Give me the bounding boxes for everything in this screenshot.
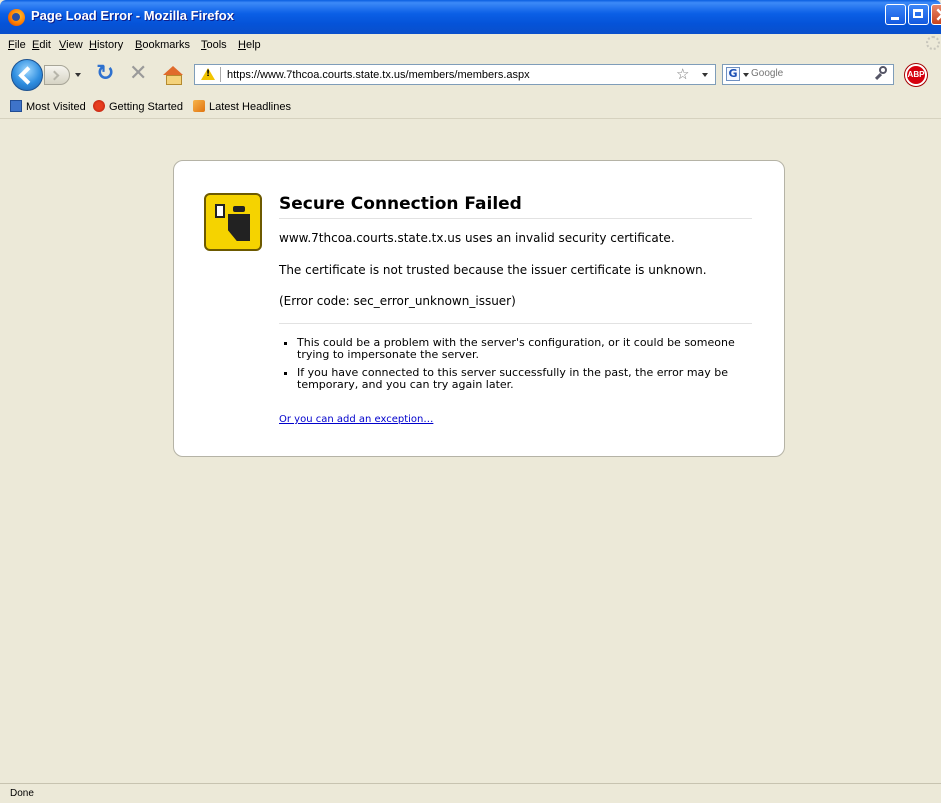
search-bar: G xyxy=(722,64,894,85)
add-exception-link[interactable]: Or you can add an exception… xyxy=(279,414,433,425)
officer-head-shape xyxy=(233,206,245,212)
status-text: Done xyxy=(10,788,34,799)
list-item: If you have connected to this server suc… xyxy=(297,367,757,391)
url-dropdown-icon[interactable] xyxy=(702,73,708,77)
bookmark-getting-started[interactable]: Getting Started xyxy=(93,100,183,113)
bookmark-star-icon[interactable]: ☆ xyxy=(676,65,689,83)
folder-icon xyxy=(10,100,22,112)
bookmark-label: Latest Headlines xyxy=(209,101,291,113)
error-divider xyxy=(279,323,752,324)
maximize-button[interactable] xyxy=(908,4,929,25)
stop-icon[interactable]: ✕ xyxy=(129,63,149,85)
google-engine-icon[interactable]: G xyxy=(726,67,740,81)
adblock-plus-icon[interactable]: ABP xyxy=(905,64,927,86)
warning-icon[interactable] xyxy=(201,68,215,80)
url-text[interactable]: https://www.7thcoa.courts.state.tx.us/me… xyxy=(227,69,530,81)
menu-help[interactable]: Help xyxy=(238,39,261,51)
url-bar[interactable]: https://www.7thcoa.courts.state.tx.us/me… xyxy=(194,64,716,85)
minimize-button[interactable] xyxy=(885,4,906,25)
bookmark-label: Getting Started xyxy=(109,101,183,113)
rss-icon xyxy=(193,100,205,112)
list-item: This could be a problem with the server'… xyxy=(297,337,757,361)
search-input[interactable] xyxy=(751,68,861,79)
menu-view[interactable]: View xyxy=(59,39,83,51)
certificate-error-icon xyxy=(204,193,262,251)
error-reason: The certificate is not trusted because t… xyxy=(279,263,707,277)
error-description: www.7thcoa.courts.state.tx.us uses an in… xyxy=(279,231,675,245)
navigation-toolbar: ↻ ✕ https://www.7thcoa.courts.state.tx.u… xyxy=(0,56,941,92)
history-dropdown-icon[interactable] xyxy=(75,73,81,77)
menu-file[interactable]: File xyxy=(8,39,26,51)
menu-bar: File Edit View History Bookmarks Tools H… xyxy=(0,34,941,56)
id-badge-shape xyxy=(215,204,225,218)
bookmark-label: Most Visited xyxy=(26,101,86,113)
error-page-box: Secure Connection Failed www.7thcoa.cour… xyxy=(173,160,785,457)
search-engine-dropdown-icon[interactable] xyxy=(743,73,749,77)
error-advice-list: This could be a problem with the server'… xyxy=(279,337,757,397)
menu-edit[interactable]: Edit xyxy=(32,39,51,51)
forward-button[interactable] xyxy=(44,65,70,85)
firefox-logo-icon xyxy=(8,9,25,26)
menu-history[interactable]: History xyxy=(89,39,123,51)
title-bar[interactable]: Page Load Error - Mozilla Firefox xyxy=(0,0,941,34)
error-title: Secure Connection Failed xyxy=(279,194,752,219)
bookmarks-toolbar: Most Visited Getting Started Latest Head… xyxy=(0,96,941,119)
error-code: (Error code: sec_error_unknown_issuer) xyxy=(279,294,516,308)
window-title: Page Load Error - Mozilla Firefox xyxy=(31,8,234,23)
officer-body-shape xyxy=(228,214,250,241)
bookmark-latest-headlines[interactable]: Latest Headlines xyxy=(193,100,291,113)
status-bar: Done xyxy=(0,783,941,803)
reload-icon[interactable]: ↻ xyxy=(96,63,116,85)
home-icon[interactable] xyxy=(163,66,183,85)
bookmark-most-visited[interactable]: Most Visited xyxy=(10,100,86,113)
throbber-icon xyxy=(926,36,940,50)
browser-window: Page Load Error - Mozilla Firefox File E… xyxy=(0,0,941,803)
menu-bookmarks[interactable]: Bookmarks xyxy=(135,39,190,51)
page-content: Secure Connection Failed www.7thcoa.cour… xyxy=(6,119,940,779)
menu-tools[interactable]: Tools xyxy=(201,39,227,51)
back-button[interactable] xyxy=(11,59,43,91)
close-button[interactable] xyxy=(931,2,941,26)
url-separator xyxy=(220,67,221,82)
search-icon[interactable] xyxy=(875,66,889,80)
firefox-bookmark-icon xyxy=(93,100,105,112)
